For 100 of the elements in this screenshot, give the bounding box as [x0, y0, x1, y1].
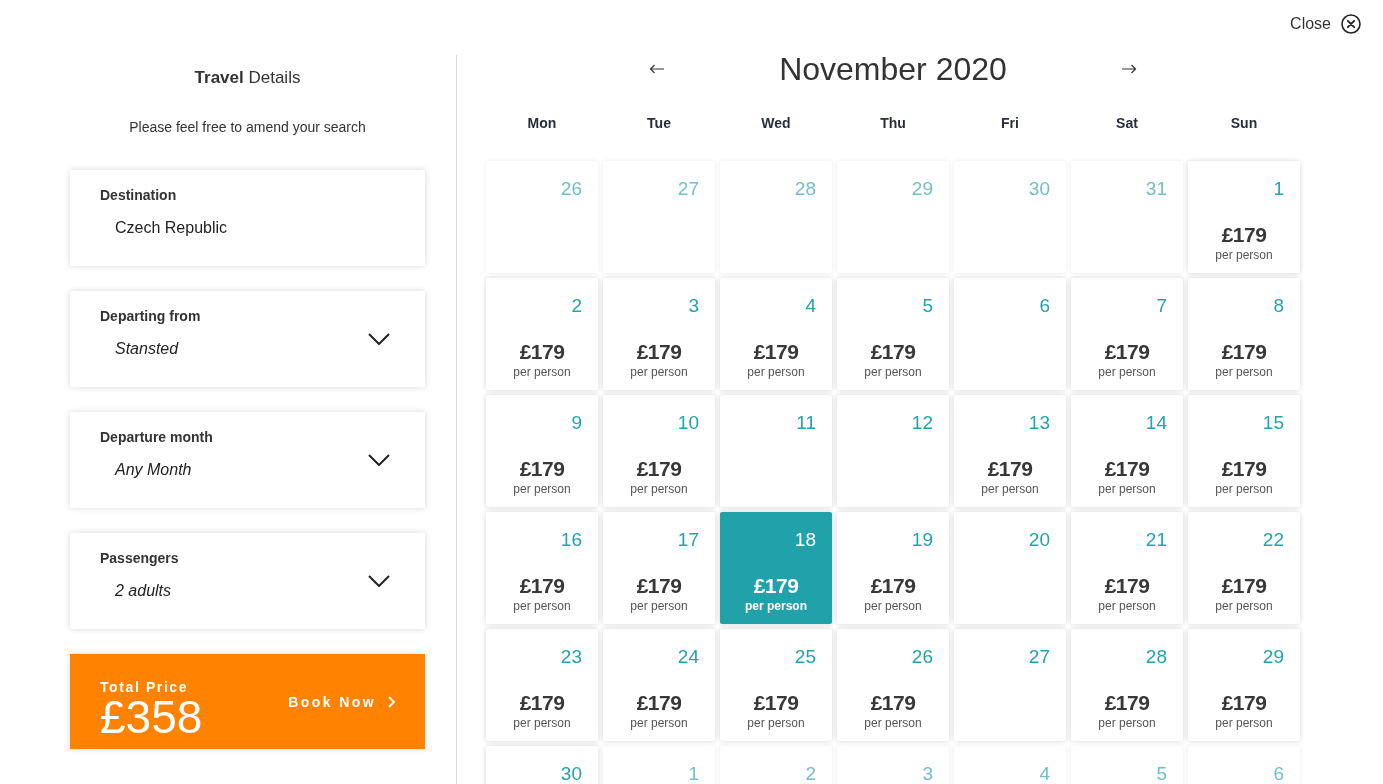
calendar-day[interactable]: 9 £179 per person — [486, 395, 598, 507]
calendar-day[interactable]: 2 £179 per person — [486, 278, 598, 390]
dropdown-field[interactable]: Departing from Stansted — [70, 291, 425, 387]
dropdown-field[interactable]: Passengers 2 adults — [70, 533, 425, 629]
month-title: November 2020 — [779, 50, 1007, 89]
panel-title: Travel Details — [194, 68, 301, 88]
day-price: £179 — [1221, 457, 1267, 481]
dropdown-field[interactable]: Departure month Any Month — [70, 412, 425, 508]
day-number: 22 — [1262, 530, 1284, 550]
calendar-day[interactable]: 23 £179 per person — [486, 629, 598, 741]
day-price: £179 — [519, 457, 565, 481]
panel-subtitle: Please feel free to amend your search — [129, 118, 366, 136]
calendar-day[interactable]: 4 £179 per person — [720, 278, 832, 390]
day-number: 3 — [922, 764, 933, 784]
text-field[interactable]: Destination Czech Republic — [70, 170, 425, 266]
field-label: Departing from — [100, 307, 201, 325]
price-note: per person — [864, 716, 922, 730]
day-price: £179 — [753, 691, 799, 715]
price-note: per person — [1098, 365, 1156, 379]
weekday-label: Thu — [880, 114, 906, 132]
day-number: 13 — [1028, 413, 1050, 433]
day-number: 14 — [1145, 413, 1167, 433]
calendar-day[interactable]: 7 £179 per person — [1071, 278, 1183, 390]
day-number: 7 — [1156, 296, 1167, 316]
calendar-day[interactable]: 3 £179 per person — [603, 278, 715, 390]
day-number: 25 — [794, 647, 816, 667]
calendar-day[interactable]: 5 £179 per person — [837, 278, 949, 390]
day-price: £179 — [636, 691, 682, 715]
day-number: 2 — [571, 296, 582, 316]
calendar-day[interactable]: 10 £179 per person — [603, 395, 715, 507]
day-price: £179 — [753, 574, 799, 598]
day-price: £179 — [1104, 691, 1150, 715]
price-note: per person — [630, 716, 688, 730]
day-number: 5 — [922, 296, 933, 316]
arrow-right-icon[interactable] — [1120, 64, 1137, 74]
close-button[interactable]: Close — [1290, 14, 1361, 34]
day-number: 21 — [1145, 530, 1167, 550]
price-note: per person — [1098, 482, 1156, 496]
price-note: per person — [513, 365, 571, 379]
calendar-day[interactable]: 14 £179 per person — [1071, 395, 1183, 507]
field-label: Destination — [100, 186, 177, 204]
day-number: 27 — [677, 179, 699, 199]
price-note: per person — [630, 482, 688, 496]
calendar-day[interactable]: 17 £179 per person — [603, 512, 715, 624]
field-label: Passengers — [100, 549, 179, 567]
calendar-day[interactable]: 22 £179 per person — [1188, 512, 1300, 624]
day-price: £179 — [519, 691, 565, 715]
field-value: Any Month — [115, 460, 192, 480]
day-number: 17 — [677, 530, 699, 550]
calendar-day[interactable]: 24 £179 per person — [603, 629, 715, 741]
calendar-day[interactable]: 21 £179 per person — [1071, 512, 1183, 624]
day-number: 1 — [688, 764, 699, 784]
day-price: £179 — [636, 457, 682, 481]
calendar-day[interactable]: 28 £179 per person — [1071, 629, 1183, 741]
chevron-down-icon — [368, 333, 390, 345]
price-note: per person — [1215, 599, 1273, 613]
day-number: 29 — [1262, 647, 1284, 667]
arrow-left-icon[interactable] — [649, 64, 666, 74]
day-number: 1 — [1273, 179, 1284, 199]
chevron-down-icon — [368, 454, 390, 466]
price-note: per person — [1215, 482, 1273, 496]
price-note: per person — [745, 599, 807, 613]
day-price: £179 — [519, 574, 565, 598]
day-price: £179 — [636, 574, 682, 598]
total-price-amount: £358 — [100, 695, 203, 739]
day-price: £179 — [1221, 691, 1267, 715]
day-price: £179 — [1104, 457, 1150, 481]
day-number: 4 — [1039, 764, 1050, 784]
calendar-day[interactable]: 29 £179 per person — [1188, 629, 1300, 741]
day-number: 10 — [677, 413, 699, 433]
day-price: £179 — [753, 340, 799, 364]
weekday-label: Wed — [761, 114, 791, 132]
calendar-day[interactable]: 1 £179 per person — [1188, 161, 1300, 273]
day-number: 26 — [560, 179, 582, 199]
calendar-day[interactable]: 13 £179 per person — [954, 395, 1066, 507]
day-number: 16 — [560, 530, 582, 550]
chevron-down-icon — [368, 575, 390, 587]
field-label: Departure month — [100, 428, 213, 446]
day-number: 18 — [794, 530, 816, 550]
weekday-label: Mon — [527, 114, 557, 132]
calendar-day[interactable]: 19 £179 per person — [837, 512, 949, 624]
day-number: 28 — [794, 179, 816, 199]
day-price: £179 — [987, 457, 1033, 481]
price-note: per person — [1215, 365, 1273, 379]
day-number: 30 — [560, 764, 582, 784]
calendar-day[interactable]: 15 £179 per person — [1188, 395, 1300, 507]
day-number: 8 — [1273, 296, 1284, 316]
day-number: 20 — [1028, 530, 1050, 550]
chevron-right-icon — [388, 695, 395, 708]
day-price: £179 — [636, 340, 682, 364]
total-price-label: Total Price — [100, 679, 189, 695]
calendar-day[interactable]: 16 £179 per person — [486, 512, 598, 624]
weekday-label: Tue — [647, 114, 671, 132]
price-note: per person — [630, 365, 688, 379]
calendar-day[interactable]: 26 £179 per person — [837, 629, 949, 741]
calendar-day[interactable]: 25 £179 per person — [720, 629, 832, 741]
calendar-day[interactable]: 8 £179 per person — [1188, 278, 1300, 390]
day-number: 30 — [1028, 179, 1050, 199]
day-number: 11 — [796, 413, 816, 433]
day-price: £179 — [1104, 340, 1150, 364]
